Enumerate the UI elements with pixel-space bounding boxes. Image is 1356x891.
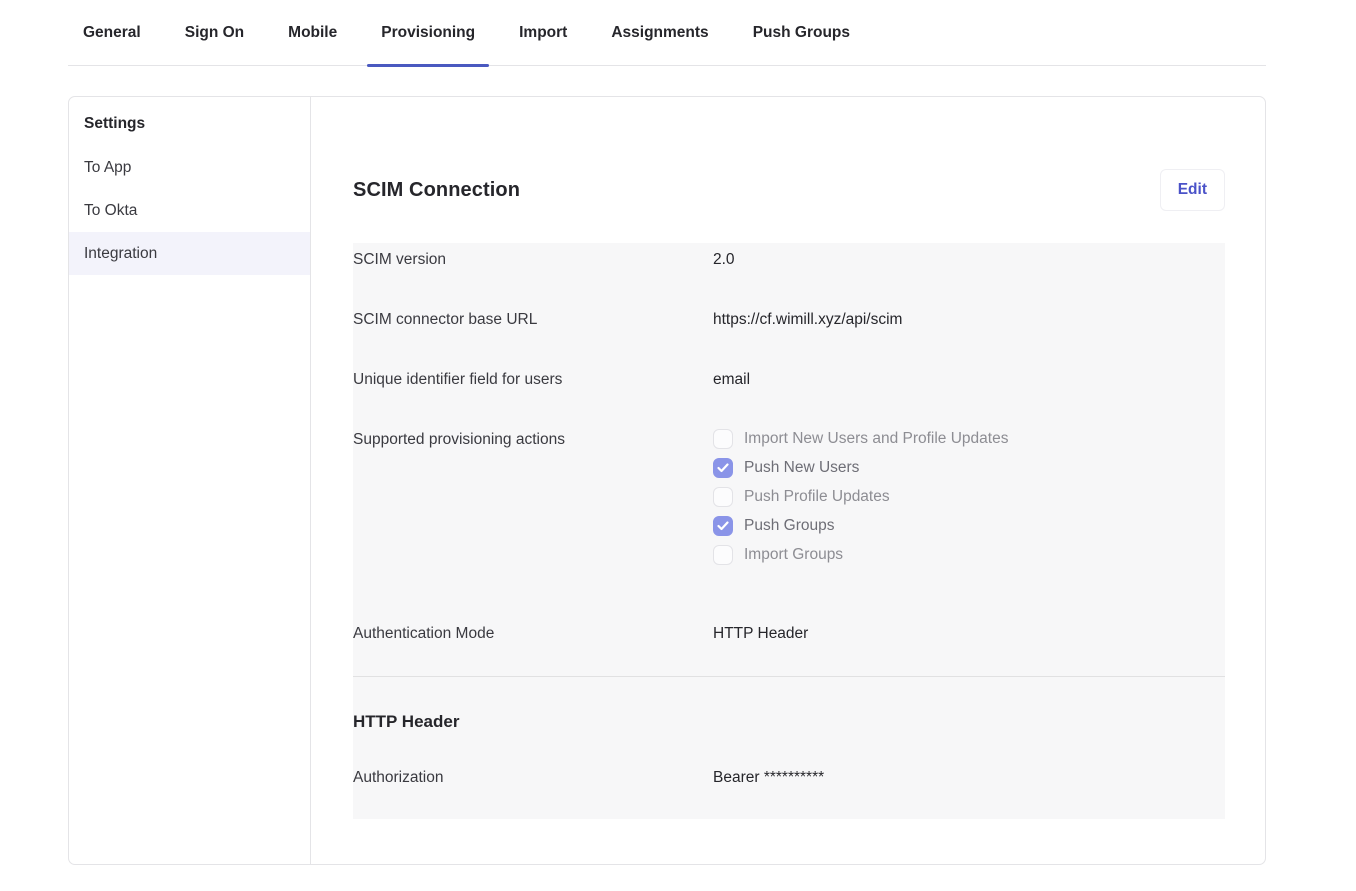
section-header: SCIM Connection Edit <box>353 167 1225 213</box>
field-row-provisioning-actions: Supported provisioning actions Import Ne… <box>353 425 1225 609</box>
provisioning-panel: Settings To App To Okta Integration SCIM… <box>68 96 1266 865</box>
field-value: https://cf.wimill.xyz/api/scim <box>713 311 902 329</box>
field-value: 2.0 <box>713 251 735 269</box>
checkbox-label: Import Groups <box>744 546 843 564</box>
field-row-authorization: Authorization Bearer ********** <box>353 732 1225 819</box>
field-label: Unique identifier field for users <box>353 371 713 389</box>
field-row-unique-identifier: Unique identifier field for users email <box>353 365 1225 425</box>
tab-import[interactable]: Import <box>519 0 567 66</box>
tab-push-groups[interactable]: Push Groups <box>753 0 850 66</box>
checkbox-unchecked-icon[interactable] <box>713 545 733 565</box>
app-tab-bar: General Sign On Mobile Provisioning Impo… <box>68 0 1266 66</box>
checkbox-item-push-groups[interactable]: Push Groups <box>713 516 1008 536</box>
field-label: Authentication Mode <box>353 625 713 643</box>
sidebar-item-integration[interactable]: Integration <box>69 232 310 275</box>
sidebar-header: Settings <box>69 102 310 146</box>
checkbox-label: Import New Users and Profile Updates <box>744 430 1008 448</box>
field-value: Bearer ********** <box>713 769 824 787</box>
field-value: email <box>713 371 750 389</box>
field-row-base-url: SCIM connector base URL https://cf.wimil… <box>353 305 1225 365</box>
field-label: SCIM version <box>353 251 713 269</box>
checkbox-unchecked-icon[interactable] <box>713 429 733 449</box>
tab-general[interactable]: General <box>83 0 141 66</box>
checkbox-unchecked-icon[interactable] <box>713 487 733 507</box>
page-title: SCIM Connection <box>353 179 520 202</box>
checkbox-label: Push Profile Updates <box>744 488 890 506</box>
field-value: HTTP Header <box>713 625 808 643</box>
checkmark-icon <box>717 521 729 531</box>
checkbox-item-import-groups[interactable]: Import Groups <box>713 545 1008 565</box>
field-label: Authorization <box>353 769 713 787</box>
scim-connection-details: SCIM version 2.0 SCIM connector base URL… <box>353 243 1225 819</box>
checkmark-icon <box>717 463 729 473</box>
field-label: Supported provisioning actions <box>353 431 713 449</box>
main-content: SCIM Connection Edit SCIM version 2.0 SC… <box>311 97 1266 864</box>
edit-button[interactable]: Edit <box>1160 169 1225 211</box>
checkbox-item-push-new-users[interactable]: Push New Users <box>713 458 1008 478</box>
tab-assignments[interactable]: Assignments <box>611 0 708 66</box>
checkbox-label: Push New Users <box>744 459 859 477</box>
tab-mobile[interactable]: Mobile <box>288 0 337 66</box>
checkbox-item-import-new-users[interactable]: Import New Users and Profile Updates <box>713 429 1008 449</box>
field-label: SCIM connector base URL <box>353 311 713 329</box>
tab-sign-on[interactable]: Sign On <box>185 0 244 66</box>
provisioning-actions-list: Import New Users and Profile Updates Pus… <box>713 429 1008 573</box>
settings-sidebar: Settings To App To Okta Integration <box>69 97 311 864</box>
checkbox-checked-icon[interactable] <box>713 458 733 478</box>
http-header-section-title: HTTP Header <box>353 677 1225 732</box>
checkbox-label: Push Groups <box>744 517 834 535</box>
checkbox-checked-icon[interactable] <box>713 516 733 536</box>
tab-provisioning[interactable]: Provisioning <box>381 0 475 66</box>
field-row-auth-mode: Authentication Mode HTTP Header <box>353 609 1225 676</box>
sidebar-item-to-app[interactable]: To App <box>69 146 310 189</box>
sidebar-item-to-okta[interactable]: To Okta <box>69 189 310 232</box>
checkbox-item-push-profile-updates[interactable]: Push Profile Updates <box>713 487 1008 507</box>
field-row-scim-version: SCIM version 2.0 <box>353 243 1225 305</box>
